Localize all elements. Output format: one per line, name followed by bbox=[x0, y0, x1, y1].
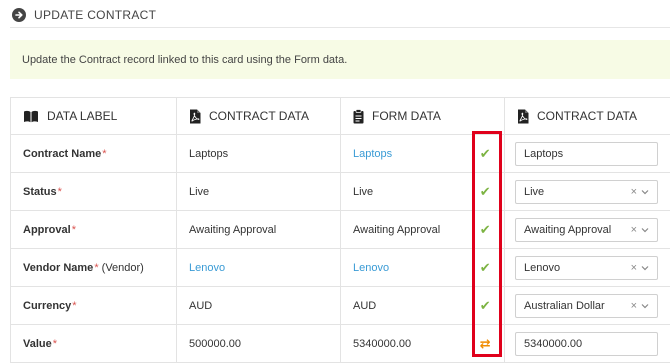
edit-cell: Lenovo × bbox=[505, 249, 670, 287]
contract-value-cell: Live bbox=[177, 173, 341, 211]
contract-value-cell[interactable]: Lenovo bbox=[177, 249, 341, 287]
clear-icon[interactable]: × bbox=[631, 262, 637, 274]
edit-cell: Australian Dollar × bbox=[505, 287, 670, 325]
header-form-data: FORM DATA bbox=[341, 98, 467, 135]
header-label: FORM DATA bbox=[372, 109, 441, 123]
status-cell: ✔ bbox=[467, 287, 505, 325]
arrow-circle-icon[interactable] bbox=[12, 8, 26, 22]
chevron-down-icon[interactable] bbox=[641, 224, 649, 236]
form-value-cell: Awaiting Approval bbox=[341, 211, 467, 249]
field-label: Value bbox=[23, 338, 52, 350]
required-marker: * bbox=[72, 224, 76, 236]
header-contract-data: CONTRACT DATA bbox=[177, 98, 341, 135]
value-input[interactable]: 5340000.00 bbox=[515, 332, 658, 356]
field-label: Status bbox=[23, 186, 57, 198]
table-header-row: DATA LABEL CONTRACT DATA bbox=[11, 98, 670, 135]
chevron-down-icon[interactable] bbox=[641, 262, 649, 274]
clipboard-icon bbox=[353, 109, 364, 124]
check-icon: ✔ bbox=[480, 260, 491, 275]
page-header: UPDATE CONTRACT bbox=[12, 5, 156, 25]
data-label-cell: Contract Name* bbox=[11, 135, 177, 173]
data-label-cell: Approval* bbox=[11, 211, 177, 249]
form-value-cell[interactable]: Laptops bbox=[341, 135, 467, 173]
required-marker: * bbox=[58, 186, 62, 198]
book-icon bbox=[23, 110, 39, 123]
data-label-cell: Value* bbox=[11, 325, 177, 363]
pdf-document-icon bbox=[517, 109, 529, 124]
approval-select[interactable]: Awaiting Approval × bbox=[515, 218, 658, 242]
header-data-label: DATA LABEL bbox=[11, 98, 177, 135]
header-status bbox=[467, 98, 505, 135]
field-label-suffix: (Vendor) bbox=[102, 262, 144, 274]
field-label: Vendor Name bbox=[23, 262, 93, 274]
header-divider bbox=[10, 27, 670, 28]
table-row: Currency* AUD AUD ✔ Australian Dollar × bbox=[11, 287, 670, 325]
status-cell: ⇄ bbox=[467, 325, 505, 363]
data-label-cell: Status* bbox=[11, 173, 177, 211]
edit-cell: Laptops bbox=[505, 135, 670, 173]
check-icon: ✔ bbox=[480, 146, 491, 161]
clear-icon[interactable]: × bbox=[631, 186, 637, 198]
status-cell: ✔ bbox=[467, 211, 505, 249]
header-label: DATA LABEL bbox=[47, 109, 117, 123]
form-value-cell: AUD bbox=[341, 287, 467, 325]
info-notice: Update the Contract record linked to thi… bbox=[10, 40, 670, 79]
page-title: UPDATE CONTRACT bbox=[34, 8, 156, 22]
status-cell: ✔ bbox=[467, 135, 505, 173]
table-row: Vendor Name* (Vendor) Lenovo Lenovo ✔ Le… bbox=[11, 249, 670, 287]
status-select[interactable]: Live × bbox=[515, 180, 658, 204]
header-contract-data-edit: CONTRACT DATA bbox=[505, 98, 670, 135]
currency-select[interactable]: Australian Dollar × bbox=[515, 294, 658, 318]
table-row: Contract Name* Laptops Laptops ✔ Laptops bbox=[11, 135, 670, 173]
notice-text: Update the Contract record linked to thi… bbox=[22, 54, 347, 66]
required-marker: * bbox=[94, 262, 98, 274]
required-marker: * bbox=[102, 148, 106, 160]
required-marker: * bbox=[53, 338, 57, 350]
check-icon: ✔ bbox=[480, 184, 491, 199]
edit-cell: Live × bbox=[505, 173, 670, 211]
chevron-down-icon[interactable] bbox=[641, 186, 649, 198]
status-cell: ✔ bbox=[467, 173, 505, 211]
edit-cell: Awaiting Approval × bbox=[505, 211, 670, 249]
status-cell: ✔ bbox=[467, 249, 505, 287]
comparison-table: DATA LABEL CONTRACT DATA bbox=[10, 97, 670, 363]
edit-cell: 5340000.00 bbox=[505, 325, 670, 363]
header-label: CONTRACT DATA bbox=[537, 109, 637, 123]
clear-icon[interactable]: × bbox=[631, 300, 637, 312]
chevron-down-icon[interactable] bbox=[641, 300, 649, 312]
field-label: Contract Name bbox=[23, 148, 101, 160]
required-marker: * bbox=[72, 300, 76, 312]
table-row: Approval* Awaiting Approval Awaiting App… bbox=[11, 211, 670, 249]
form-value-link[interactable]: Lenovo bbox=[353, 262, 389, 274]
form-value-cell: Live bbox=[341, 173, 467, 211]
check-icon: ✔ bbox=[480, 222, 491, 237]
vendor-select[interactable]: Lenovo × bbox=[515, 256, 658, 280]
contract-value-cell: 500000.00 bbox=[177, 325, 341, 363]
pdf-document-icon bbox=[189, 109, 201, 124]
data-label-cell: Currency* bbox=[11, 287, 177, 325]
header-label: CONTRACT DATA bbox=[209, 109, 309, 123]
form-value-link[interactable]: Laptops bbox=[353, 148, 392, 160]
form-value-cell: 5340000.00 bbox=[341, 325, 467, 363]
form-value-cell[interactable]: Lenovo bbox=[341, 249, 467, 287]
contract-value-link[interactable]: Lenovo bbox=[189, 262, 225, 274]
table-row: Value* 500000.00 5340000.00 ⇄ 5340000.00 bbox=[11, 325, 670, 363]
contract-value-cell: Awaiting Approval bbox=[177, 211, 341, 249]
contract-name-input[interactable]: Laptops bbox=[515, 142, 658, 166]
clear-icon[interactable]: × bbox=[631, 224, 637, 236]
data-label-cell: Vendor Name* (Vendor) bbox=[11, 249, 177, 287]
table-row: Status* Live Live ✔ Live × bbox=[11, 173, 670, 211]
swap-icon: ⇄ bbox=[480, 336, 491, 351]
contract-value-cell: Laptops bbox=[177, 135, 341, 173]
field-label: Approval bbox=[23, 224, 71, 236]
field-label: Currency bbox=[23, 300, 71, 312]
check-icon: ✔ bbox=[480, 298, 491, 313]
contract-value-cell: AUD bbox=[177, 287, 341, 325]
